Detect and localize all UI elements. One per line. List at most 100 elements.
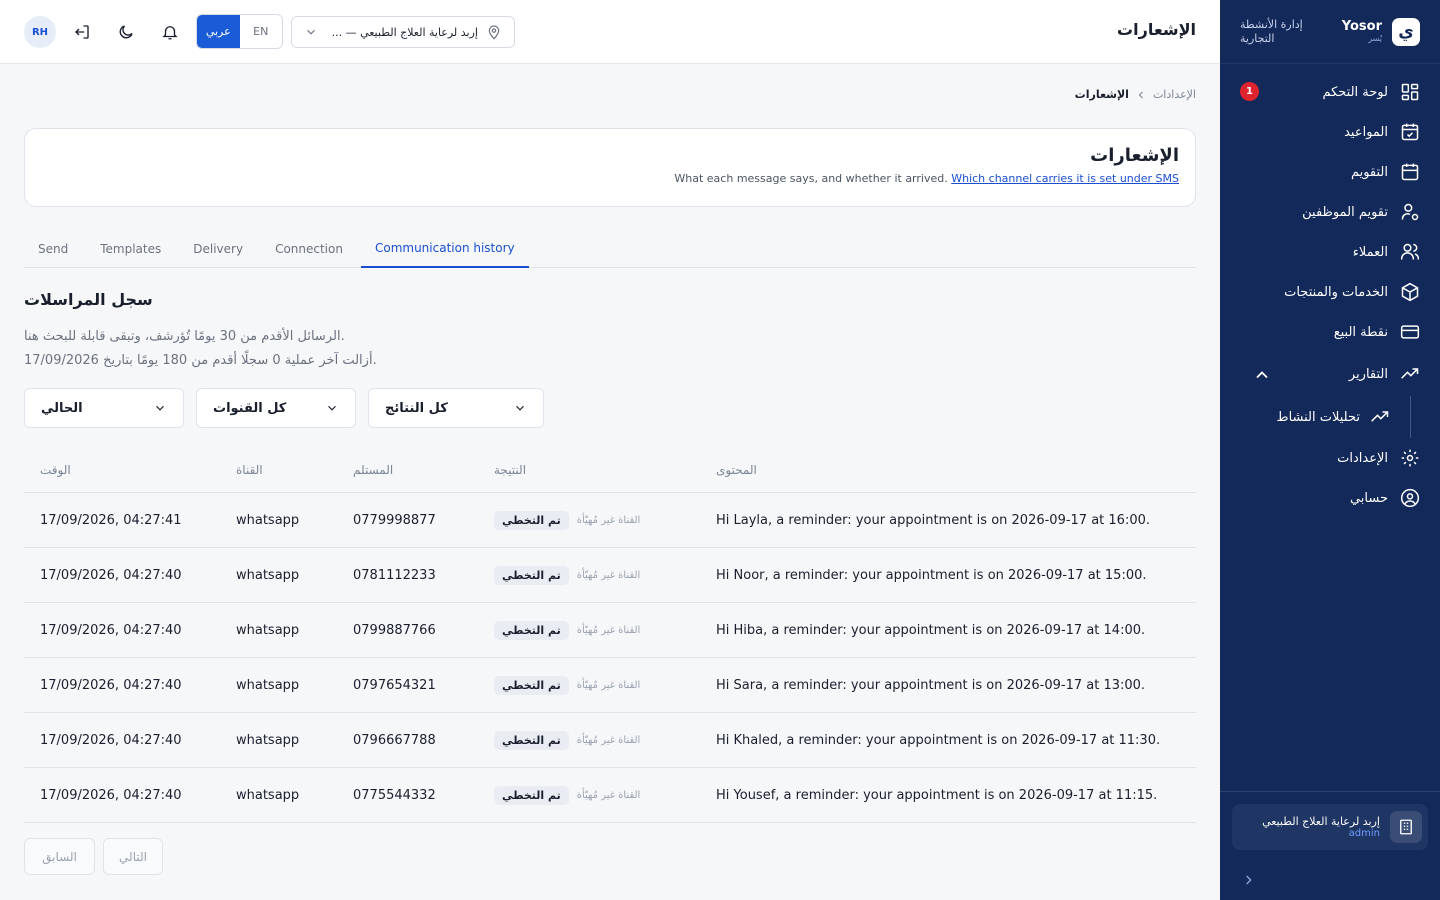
- breadcrumb-settings-link[interactable]: الإعدادات: [1153, 88, 1196, 101]
- page-header-card: الإشعارات What each message says, and wh…: [24, 128, 1196, 207]
- sidebar-item-label: الخدمات والمنتجات: [1284, 284, 1388, 300]
- chevron-up-icon[interactable]: [1252, 365, 1272, 385]
- tab-send[interactable]: Send: [24, 230, 82, 268]
- moon-icon[interactable]: [117, 23, 135, 41]
- sidebar-item-pos[interactable]: نقطة البيع: [1220, 312, 1440, 352]
- location-pin-icon: [488, 25, 500, 40]
- topbar: الإشعارات RH عربي EN إربد لرعاية العلاج …: [0, 0, 1220, 64]
- sidebar-item-label: المواعيد: [1344, 124, 1388, 140]
- sidebar-item-reports[interactable]: التقارير: [1220, 352, 1440, 396]
- archive-note: الرسائل الأقدم من 30 يومًا تُؤرشف، وتبقى…: [24, 329, 345, 344]
- sidebar-item-calendar[interactable]: التقويم: [1220, 152, 1440, 192]
- result-filter[interactable]: كل النتائج: [368, 388, 544, 428]
- status-reason: القناة غير مُهيّأة: [576, 569, 641, 581]
- avatar[interactable]: RH: [24, 16, 56, 48]
- table-row[interactable]: 17/09/2026, 04:27:40 whatsapp 0796667788…: [24, 713, 1196, 768]
- sidebar-item-label: التقارير: [1348, 366, 1388, 382]
- col-time: الوقت: [40, 462, 71, 477]
- status-badge: تم التخطي: [494, 620, 569, 640]
- tab-bar: Send Templates Delivery Connection Commu…: [24, 230, 1196, 268]
- sidebar-item-label: التقويم: [1350, 164, 1388, 180]
- brand[interactable]: ي Yosor يُسر إدارة الأنشطة التجارية: [1220, 0, 1440, 64]
- sidebar-item-label: الإعدادات: [1337, 450, 1388, 466]
- col-result: النتيجة: [494, 462, 527, 477]
- building-icon: [1390, 811, 1422, 843]
- sidebar-subitem-activity-analytics[interactable]: تحليلات النشاط: [1220, 396, 1440, 438]
- dashboard-icon: [1401, 83, 1419, 101]
- bell-icon[interactable]: [161, 23, 179, 41]
- filters: الحالي كل القنوات كل النتائج: [24, 388, 544, 428]
- cell-result: تم التخطي القناة غير مُهيّأة: [494, 675, 716, 695]
- status-reason: القناة غير مُهيّأة: [576, 679, 641, 691]
- sidebar-item-my-account[interactable]: حسابي: [1220, 478, 1440, 518]
- org-role: admin: [1348, 828, 1380, 840]
- sidebar-item-label: تحليلات النشاط: [1276, 409, 1360, 425]
- tab-communication-history[interactable]: Communication history: [360, 230, 529, 268]
- user-circle-icon: [1400, 488, 1420, 508]
- table-row[interactable]: 17/09/2026, 04:27:40 whatsapp 0775544332…: [24, 768, 1196, 823]
- sidebar-item-dashboard[interactable]: لوحة التحكم 1: [1220, 72, 1440, 112]
- trend-icon: [1401, 368, 1419, 379]
- branch-select[interactable]: إربد لرعاية العلاج الطبيعي — ...: [291, 16, 515, 48]
- sidebar-item-settings[interactable]: الإعدادات: [1220, 438, 1440, 478]
- table-row[interactable]: 17/09/2026, 04:27:41 whatsapp 0779998877…: [24, 493, 1196, 548]
- org-switcher[interactable]: إربد لرعاية العلاج الطبيعي admin: [1232, 804, 1428, 850]
- channel-filter[interactable]: كل القنوات: [196, 388, 356, 428]
- cell-content: Hi Layla, a reminder: your appointment i…: [716, 512, 1150, 528]
- page-description: What each message says, and whether it a…: [41, 172, 1179, 185]
- prev-page-button[interactable]: السابق: [24, 838, 95, 875]
- chevron-right-icon[interactable]: [1240, 872, 1256, 888]
- col-recipient: المستلم: [353, 462, 394, 477]
- history-title: سجل المراسلات: [24, 290, 153, 309]
- org-name: إربد لرعاية العلاج الطبيعي: [1262, 814, 1380, 828]
- cell-content: Hi Sara, a reminder: your appointment is…: [716, 677, 1146, 693]
- logout-icon[interactable]: [73, 23, 91, 41]
- cell-content: Hi Yousef, a reminder: your appointment …: [716, 787, 1158, 803]
- status-badge: تم التخطي: [494, 675, 569, 695]
- sidebar-nav: لوحة التحكم 1 المواعيد التقويم تقويم الم…: [1220, 64, 1440, 518]
- sms-settings-link[interactable]: Which channel carries it is set under SM…: [951, 172, 1179, 185]
- tab-templates[interactable]: Templates: [86, 230, 175, 268]
- col-channel: القناة: [236, 462, 263, 477]
- cell-recipient: 0797654321: [353, 677, 436, 693]
- next-page-button[interactable]: التالي: [103, 838, 163, 875]
- card-icon: [1400, 325, 1420, 339]
- lang-english-button[interactable]: EN: [240, 15, 283, 48]
- cell-channel: whatsapp: [236, 677, 300, 693]
- cell-time: 17/09/2026, 04:27:40: [40, 567, 182, 583]
- status-reason: القناة غير مُهيّأة: [576, 624, 641, 636]
- sidebar-item-label: حسابي: [1349, 490, 1388, 506]
- tab-delivery[interactable]: Delivery: [179, 230, 257, 268]
- table-row[interactable]: 17/09/2026, 04:27:40 whatsapp 0797654321…: [24, 658, 1196, 713]
- status-badge: تم التخطي: [494, 510, 569, 530]
- sidebar-item-customers[interactable]: العملاء: [1220, 232, 1440, 272]
- channel-filter-value: كل القنوات: [213, 400, 287, 416]
- cleanup-note: أزالت آخر عملية 0 سجلًا أقدم من 180 يومً…: [24, 353, 377, 368]
- status-reason: القناة غير مُهيّأة: [576, 514, 641, 526]
- cell-time: 17/09/2026, 04:27:40: [40, 677, 182, 693]
- period-filter[interactable]: الحالي: [24, 388, 184, 428]
- table-row[interactable]: 17/09/2026, 04:27:40 whatsapp 0799887766…: [24, 603, 1196, 658]
- tab-connection[interactable]: Connection: [261, 230, 357, 268]
- sidebar-footer: إربد لرعاية العلاج الطبيعي admin: [1220, 791, 1440, 850]
- page-title: الإشعارات: [1117, 20, 1196, 39]
- cell-content: Hi Noor, a reminder: your appointment is…: [716, 567, 1147, 583]
- cell-content: Hi Khaled, a reminder: your appointment …: [716, 732, 1161, 748]
- notification-badge: 1: [1240, 82, 1259, 101]
- status-badge: تم التخطي: [494, 730, 569, 750]
- cell-channel: whatsapp: [236, 512, 300, 528]
- chevron-left-icon: [1138, 91, 1143, 98]
- chevron-down-icon: [516, 405, 524, 411]
- sidebar: ي Yosor يُسر إدارة الأنشطة التجارية لوحة…: [1220, 0, 1440, 900]
- sidebar-item-appointments[interactable]: المواعيد: [1220, 112, 1440, 152]
- table-row[interactable]: 17/09/2026, 04:27:40 whatsapp 0781112233…: [24, 548, 1196, 603]
- col-content: المحتوى: [716, 462, 757, 477]
- sidebar-item-staff-calendar[interactable]: تقويم الموظفين: [1220, 192, 1440, 232]
- cell-result: تم التخطي القناة غير مُهيّأة: [494, 620, 716, 640]
- sidebar-item-services-products[interactable]: الخدمات والمنتجات: [1220, 272, 1440, 312]
- section-heading: الإشعارات: [1090, 145, 1179, 166]
- lang-arabic-button[interactable]: عربي: [197, 15, 240, 48]
- cell-recipient: 0796667788: [353, 732, 436, 748]
- calendar-icon: [1401, 163, 1419, 181]
- brand-name: Yosor: [1341, 19, 1382, 34]
